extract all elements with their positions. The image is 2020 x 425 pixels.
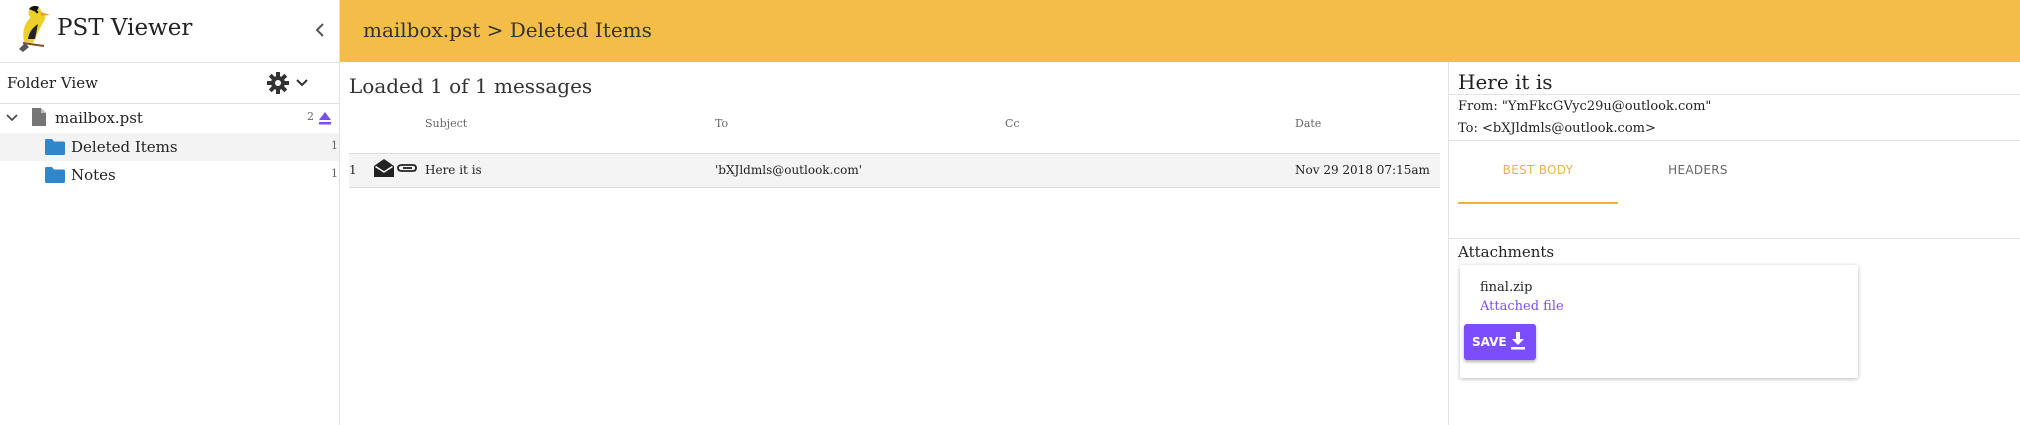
paperclip-icon — [397, 164, 417, 172]
attachment-card: final.zip Attached file SAVE — [1460, 265, 1858, 378]
tree-item-count: 1 — [331, 139, 338, 152]
folder-icon — [45, 167, 65, 183]
brand-bar: PST Viewer — [0, 0, 339, 63]
attachment-name: final.zip — [1480, 280, 1533, 295]
preview-to: To: <bXJldmls@outlook.com> — [1458, 121, 1656, 136]
folder-settings-button[interactable] — [266, 71, 312, 95]
message-list: Loaded 1 of 1 messages Subject To Cc Dat… — [340, 62, 1449, 425]
table-row[interactable]: 1 Here it is 'bXJldmls@outlook.com' Nov … — [349, 153, 1440, 188]
breadcrumb: mailbox.pst > Deleted Items — [363, 18, 652, 42]
tree-item-count: 2 — [307, 110, 314, 123]
download-icon — [1511, 332, 1525, 350]
tree-item-label: Deleted Items — [71, 138, 178, 156]
chevron-down-icon[interactable] — [5, 111, 19, 125]
column-header-cc[interactable]: Cc — [1005, 117, 1020, 130]
row-subject: Here it is — [425, 163, 482, 177]
folder-view-label: Folder View — [7, 74, 98, 92]
file-icon — [32, 108, 46, 126]
attachment-description: Attached file — [1480, 299, 1564, 314]
divider — [1449, 140, 2020, 141]
column-header-subject[interactable]: Subject — [425, 117, 467, 130]
tab-headers[interactable]: HEADERS — [1618, 158, 1778, 202]
app-title: PST Viewer — [57, 15, 193, 41]
divider — [1449, 238, 2020, 239]
folder-view-row: Folder View — [0, 63, 339, 104]
save-attachment-button[interactable]: SAVE — [1464, 324, 1536, 360]
eject-icon[interactable] — [317, 110, 333, 126]
row-date: Nov 29 2018 07:15am — [1295, 163, 1430, 177]
divider — [1449, 94, 2020, 95]
loaded-status: Loaded 1 of 1 messages — [349, 74, 593, 98]
folder-icon — [45, 139, 65, 155]
row-index: 1 — [349, 163, 357, 177]
tab-best-body[interactable]: BEST BODY — [1458, 158, 1618, 204]
tree-item-count: 1 — [331, 167, 338, 180]
envelope-open-icon — [374, 159, 394, 177]
tree-item-mailbox[interactable]: mailbox.pst 2 — [0, 104, 339, 132]
gear-icon — [267, 72, 289, 94]
preview-from: From: "YmFkcGVyc29u@outlook.com" — [1458, 99, 1712, 114]
chevron-left-icon — [315, 23, 324, 37]
row-to: 'bXJldmls@outlook.com' — [715, 163, 862, 177]
save-label: SAVE — [1472, 335, 1507, 349]
column-header-date[interactable]: Date — [1295, 117, 1321, 130]
tree-item-label: Notes — [71, 166, 116, 184]
app-logo — [19, 5, 50, 52]
column-header-to[interactable]: To — [715, 117, 728, 130]
header-bar: mailbox.pst > Deleted Items — [340, 0, 2020, 62]
sidebar: PST Viewer Folder View mailbox.pst 2 Del… — [0, 0, 340, 425]
tree-item-notes[interactable]: Notes 1 — [0, 161, 339, 189]
attachments-label: Attachments — [1458, 243, 1555, 261]
preview-subject: Here it is — [1458, 70, 1553, 94]
tree-item-deleted-items[interactable]: Deleted Items 1 — [0, 133, 339, 161]
tree-item-label: mailbox.pst — [55, 109, 143, 127]
collapse-sidebar-button[interactable] — [310, 18, 330, 42]
chevron-down-icon — [296, 79, 308, 87]
message-preview: Here it is From: "YmFkcGVyc29u@outlook.c… — [1449, 62, 2020, 425]
